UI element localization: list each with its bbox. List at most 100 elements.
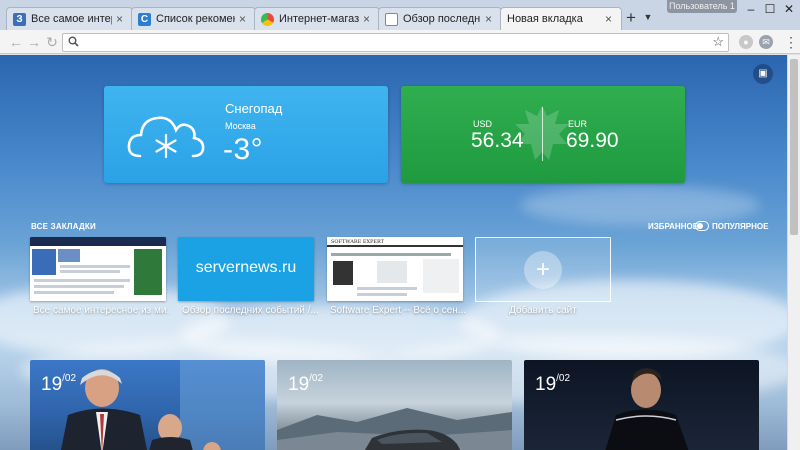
tab-favicon-c-icon: C	[138, 12, 151, 26]
news-month: /02	[556, 373, 571, 384]
software-expert-logo-text: SOFTWARE EXPERT	[331, 239, 385, 245]
bookmark-tile-servernews[interactable]: servernews.ru	[178, 237, 314, 301]
add-site-tile[interactable]: +	[475, 237, 611, 302]
bookmark-caption[interactable]: Все самое интересное из ми...	[33, 305, 169, 316]
reload-icon[interactable]: ↻	[44, 34, 60, 50]
tab-strip: З Все самое интересное и × C Список реко…	[0, 0, 800, 30]
news-date: 19/02	[288, 373, 324, 396]
bookmark-star-icon[interactable]: ☆	[712, 34, 724, 50]
tab-title: Интернет-магазин Chro	[279, 13, 359, 25]
close-icon[interactable]: ×	[605, 13, 615, 25]
news-month-value: 02	[64, 373, 77, 384]
window-close-icon[interactable]: ✕	[779, 0, 799, 18]
scrollbar-thumb[interactable]	[790, 59, 798, 235]
minimize-icon[interactable]: –	[741, 0, 761, 18]
servernews-logo-text: servernews.ru	[195, 259, 297, 276]
tab-3[interactable]: Интернет-магазин Chro ×	[254, 7, 380, 30]
thumb-header	[30, 237, 166, 246]
thumb-line	[34, 291, 114, 294]
weather-city: Москва	[225, 121, 256, 131]
close-icon[interactable]: ×	[485, 13, 495, 25]
thumb-line	[60, 270, 120, 273]
change-background-image-icon[interactable]: ▣	[753, 64, 773, 84]
extension-chat-icon[interactable]: ✉	[759, 35, 773, 49]
thumb-image	[333, 261, 353, 285]
usd-label: USD	[473, 119, 493, 129]
news-card-1[interactable]: 19/02	[30, 360, 265, 450]
tab-favicon-3dnews-icon: З	[13, 12, 26, 26]
news-day: 19	[41, 374, 63, 395]
tab-2[interactable]: C Список рекомендовани ×	[131, 7, 256, 30]
maximize-icon[interactable]: ☐	[760, 0, 780, 18]
thumb-line	[34, 285, 124, 288]
favorites-popular-toggle[interactable]	[695, 221, 709, 231]
weather-condition: Снегопад	[225, 101, 283, 116]
address-bar[interactable]: ☆	[62, 33, 729, 52]
toggle-knob	[697, 223, 703, 229]
tab-title: Список рекомендовани	[156, 13, 235, 25]
thumb-image	[58, 249, 80, 262]
bookmark-caption[interactable]: Обзор последних событий /...	[182, 305, 318, 316]
thumb-line	[331, 253, 451, 256]
news-month-value: 02	[558, 373, 571, 384]
weather-temperature: -3°	[223, 133, 264, 166]
news-date: 19/02	[41, 373, 77, 396]
tab-list-chevron-down-icon[interactable]: ▼	[643, 12, 653, 22]
thumb-line	[357, 287, 417, 290]
tab-title: Новая вкладка	[507, 13, 583, 25]
bookmark-caption[interactable]: Software Expert -- Всё о сен...	[330, 305, 466, 316]
thumb-line	[357, 293, 407, 296]
all-bookmarks-title: ВСЕ ЗАКЛАДКИ	[31, 222, 96, 231]
currency-divider	[542, 107, 543, 161]
back-arrow-icon[interactable]: ←	[8, 34, 24, 50]
close-icon[interactable]: ×	[363, 13, 373, 25]
bookmark-tile-3dnews[interactable]	[30, 237, 166, 301]
chrome-webstore-icon	[261, 12, 274, 26]
page-scrollbar[interactable]	[787, 55, 800, 450]
tab-title: Обзор последних событ	[403, 13, 481, 25]
forward-arrow-icon[interactable]: →	[26, 34, 42, 50]
search-icon	[68, 36, 79, 50]
news-card-2[interactable]: 19/02	[277, 360, 512, 450]
tab-4[interactable]: Обзор последних событ ×	[378, 7, 502, 30]
news-day: 19	[288, 374, 310, 395]
thumb-line	[60, 265, 130, 268]
menu-kebab-icon[interactable]: ⋮	[784, 34, 798, 50]
news-month-value: 02	[311, 373, 324, 384]
news-month: /02	[309, 373, 324, 384]
thumb-image	[377, 261, 407, 283]
site-thumbnail: SOFTWARE EXPERT	[327, 237, 463, 301]
new-tab-plus-icon[interactable]: +	[624, 9, 638, 26]
address-input[interactable]	[85, 35, 685, 50]
browser-toolbar: ← → ↻ ☆ ● ✉ ⋮	[0, 30, 800, 54]
user-profile-button[interactable]: Пользователь 1	[667, 0, 737, 13]
close-icon[interactable]: ×	[239, 13, 249, 25]
eur-label: EUR	[568, 119, 588, 129]
news-day: 19	[535, 374, 557, 395]
snow-cloud-icon	[127, 116, 205, 159]
news-card-3[interactable]: 19/02	[524, 360, 759, 450]
eur-rate: 69.90	[566, 129, 619, 152]
add-site-caption[interactable]: Добавить сайт	[475, 305, 611, 316]
close-icon[interactable]: ×	[116, 13, 126, 25]
extension-adblock-icon[interactable]: ●	[739, 35, 753, 49]
site-thumbnail	[30, 237, 166, 301]
thumb-ad	[134, 249, 162, 295]
tab-title: Все самое интересное и	[31, 13, 112, 25]
currency-widget[interactable]: USD 56.34 EUR 69.90	[401, 86, 685, 183]
bookmark-tile-software-expert[interactable]: SOFTWARE EXPERT	[327, 237, 463, 301]
plus-icon: +	[524, 251, 562, 289]
popular-toggle-label[interactable]: ПОПУЛЯРНОЕ	[712, 222, 768, 231]
thumb-image	[32, 249, 56, 275]
usd-rate: 56.34	[471, 129, 524, 152]
news-date: 19/02	[535, 373, 571, 396]
news-month: /02	[62, 373, 77, 384]
background-cloud	[520, 185, 760, 225]
thumb-sidebar	[423, 259, 459, 293]
tab-1[interactable]: З Все самое интересное и ×	[6, 7, 133, 30]
favorites-toggle-label[interactable]: ИЗБРАННОЕ	[648, 222, 698, 231]
page-document-icon	[385, 12, 398, 26]
weather-widget[interactable]: Снегопад Москва -3°	[104, 86, 388, 183]
tab-5-active[interactable]: Новая вкладка ×	[500, 7, 622, 30]
thumb-line	[34, 279, 130, 282]
